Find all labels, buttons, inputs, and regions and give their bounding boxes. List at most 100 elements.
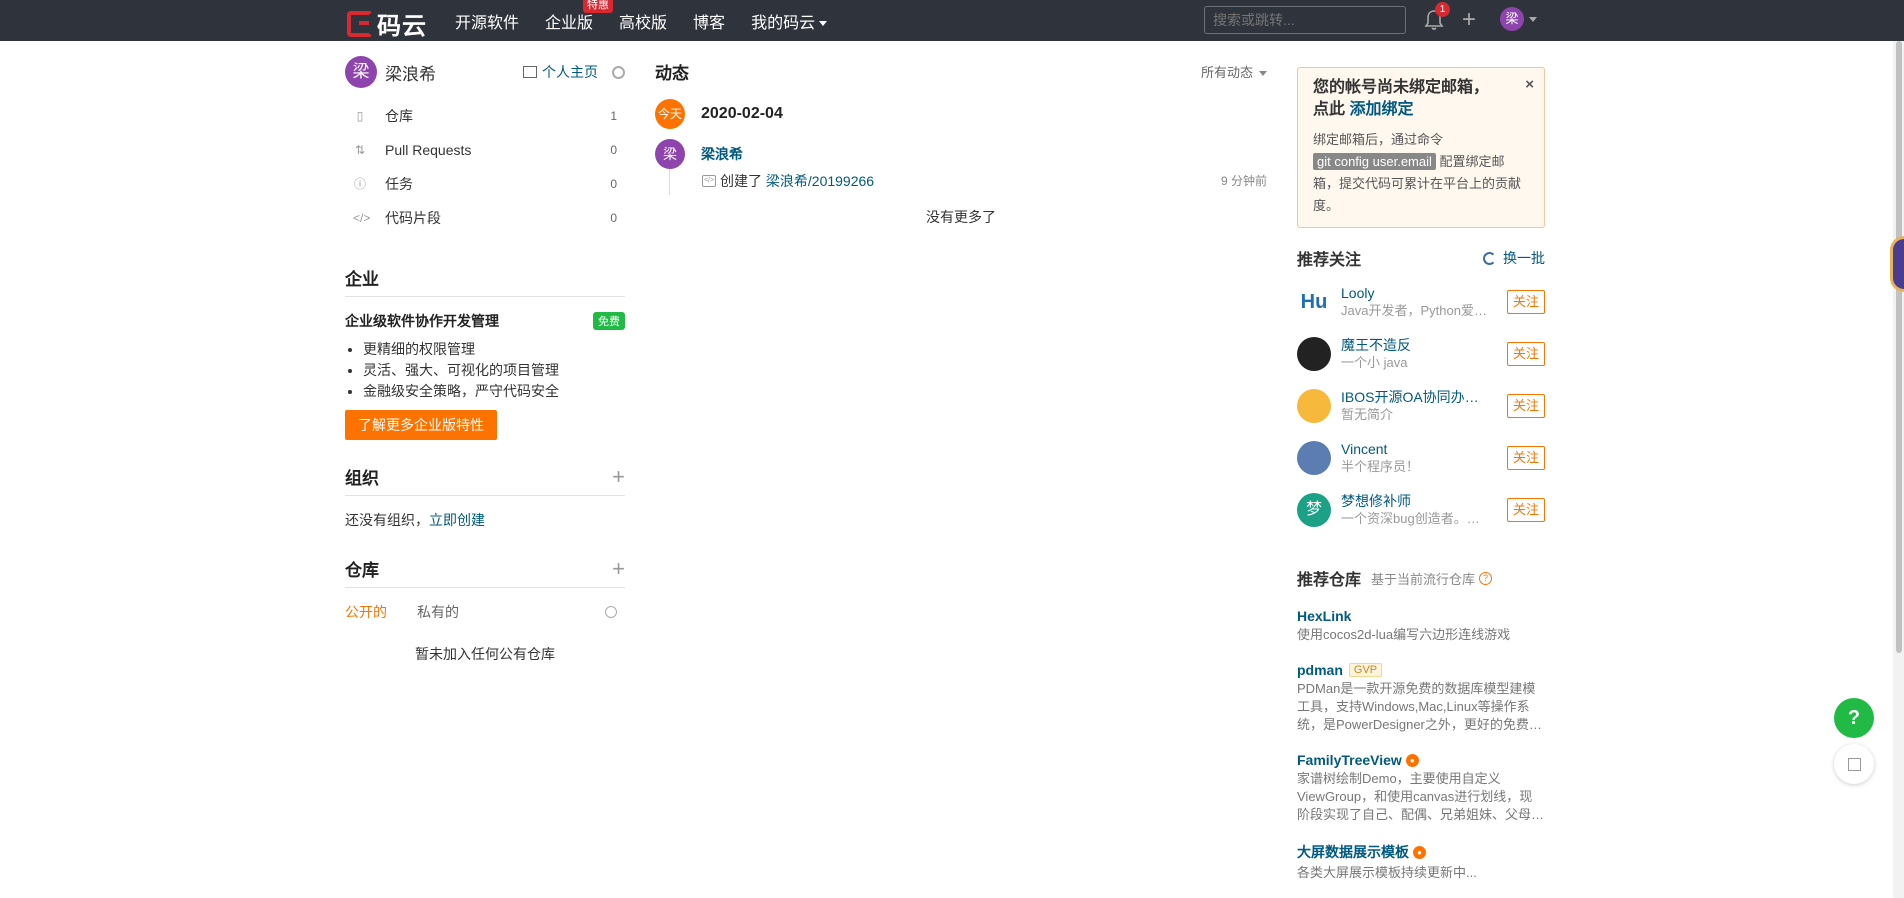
- share-icon[interactable]: [1834, 744, 1874, 784]
- feed-header: 动态 所有动态: [655, 55, 1267, 87]
- avatar[interactable]: [1297, 441, 1331, 475]
- user-name-link[interactable]: 魔王不造反: [1341, 337, 1491, 354]
- follow-button[interactable]: 关注: [1506, 394, 1545, 418]
- gvp-badge: GVP: [1348, 663, 1383, 677]
- nav-education[interactable]: 高校版: [619, 9, 667, 33]
- recommend-users-title: 推荐关注: [1297, 252, 1362, 269]
- personal-homepage-link[interactable]: 个人主页: [523, 62, 598, 82]
- menu-item-code-snippets[interactable]: </> 代码片段 0: [345, 201, 625, 235]
- search-icon[interactable]: [605, 606, 617, 618]
- user-info: Looly Java开发者，Python爱好者: [1341, 285, 1491, 319]
- refresh-button[interactable]: 换一批: [1483, 248, 1545, 268]
- add-email-binding-link[interactable]: 添加绑定: [1349, 101, 1413, 118]
- follow-button[interactable]: 关注: [1506, 446, 1545, 470]
- nav-my-gitee-label: 我的码云: [751, 14, 816, 32]
- avatar[interactable]: [1297, 337, 1331, 371]
- list-item: 金融级安全策略，严守代码安全: [363, 381, 625, 402]
- menu-count: 0: [610, 177, 617, 191]
- notice-body-before: 绑定邮箱后，通过命令: [1313, 132, 1444, 147]
- user-description: 一个小 java: [1341, 355, 1408, 370]
- issue-icon: ⓘ: [353, 177, 366, 191]
- nav-my-gitee[interactable]: 我的码云: [751, 9, 828, 33]
- enterprise-subtitle: 企业级软件协作开发管理: [345, 313, 499, 329]
- activity-detail-row: </> 创建了 梁浪希/20199266 9 分钟前: [655, 169, 1267, 209]
- repo-title: 仓库: [345, 561, 379, 580]
- nav-open-source[interactable]: 开源软件: [455, 9, 519, 33]
- avatar[interactable]: 梦: [1297, 493, 1331, 527]
- recommend-repo-item: 大屏数据展示模板 ● 各类大屏展示模板持续更新中...: [1297, 842, 1545, 882]
- user-name[interactable]: 梁浪希: [385, 60, 436, 85]
- menu-item-issues[interactable]: ⓘ 任务 0: [345, 167, 625, 201]
- search-input[interactable]: [1204, 6, 1406, 34]
- activity-user-link[interactable]: 梁浪希: [701, 144, 743, 164]
- tab-public[interactable]: 公开的: [345, 602, 387, 622]
- user-name-link[interactable]: IBOS开源OA协同办公平台: [1341, 389, 1491, 406]
- activity-time: 9 分钟前: [1220, 174, 1267, 188]
- chevron-down-icon: [1259, 70, 1267, 76]
- scrollbar-thumb[interactable]: [1896, 41, 1902, 653]
- org-empty-label: 还没有组织，: [345, 512, 429, 528]
- menu-item-pull-requests[interactable]: ⇅ Pull Requests 0: [345, 133, 625, 167]
- avatar[interactable]: 梁: [655, 139, 685, 169]
- repo-name-link[interactable]: 大屏数据展示模板: [1297, 842, 1409, 862]
- user-description: 一个资深bug创造者。一个热爱技术的人: [1341, 511, 1491, 526]
- tab-private[interactable]: 私有的: [417, 602, 459, 622]
- add-repo-plus-icon[interactable]: +: [612, 557, 625, 579]
- user-name-link[interactable]: Looly: [1341, 285, 1491, 302]
- logo[interactable]: 码云: [347, 6, 427, 41]
- create-org-link[interactable]: 立即创建: [429, 512, 485, 528]
- nav-enterprise[interactable]: 企业版 特惠: [545, 0, 614, 33]
- feed-title: 动态: [655, 63, 689, 83]
- repo-name-link[interactable]: FamilyTreeView: [1297, 752, 1402, 768]
- user-info: 梦想修补师一个资深bug创造者。一个热爱技术的人: [1341, 493, 1491, 527]
- floating-widget-edge[interactable]: [1890, 236, 1904, 292]
- user-header: 梁 梁浪希 个人主页: [345, 55, 625, 89]
- menu-label: Pull Requests: [385, 142, 472, 158]
- nav-enterprise-label: 企业版: [545, 14, 594, 32]
- hot-icon: ●: [1405, 753, 1419, 767]
- user-name-link[interactable]: 梦想修补师: [1341, 493, 1491, 510]
- menu-label: 任务: [385, 176, 413, 192]
- learn-enterprise-button[interactable]: 了解更多企业版特性: [345, 410, 497, 440]
- menu-count: 0: [610, 143, 617, 157]
- recommend-repo-item: HexLink 使用cocos2d-lua编写六边形连线游戏: [1297, 608, 1545, 644]
- add-org-plus-icon[interactable]: +: [612, 465, 625, 487]
- gear-icon[interactable]: [612, 65, 625, 79]
- section-title: 企业: [345, 265, 625, 297]
- main-nav: 开源软件 企业版 特惠 高校版 博客 我的码云: [455, 0, 853, 41]
- question-icon[interactable]: ?: [1479, 571, 1493, 585]
- user-avatar-menu[interactable]: 梁: [1500, 7, 1524, 31]
- gitee-logo-icon: [347, 10, 373, 37]
- menu-count: 1: [610, 109, 617, 123]
- feed-filter-dropdown[interactable]: 所有动态: [1201, 62, 1267, 81]
- repo-section: 仓库 + 公开的 私有的 暂未加入任何公有仓库: [345, 556, 625, 664]
- feed-date: 2020-02-04: [701, 105, 783, 122]
- notice-body: 绑定邮箱后，通过命令 git config user.email 配置绑定邮箱，…: [1313, 129, 1530, 217]
- avatar[interactable]: 梁: [345, 56, 377, 88]
- follow-button[interactable]: 关注: [1506, 498, 1545, 522]
- user-info: 魔王不造反 一个小 java: [1341, 337, 1491, 371]
- repo-name-link[interactable]: HexLink: [1297, 608, 1351, 624]
- create-plus-icon[interactable]: +: [1462, 8, 1476, 32]
- help-button[interactable]: ?: [1834, 698, 1874, 738]
- follow-button[interactable]: 关注: [1506, 290, 1545, 314]
- repo-empty-text: 暂未加入任何公有仓库: [415, 646, 555, 662]
- menu-item-repos[interactable]: ▯ 仓库 1: [345, 99, 625, 133]
- user-info: IBOS开源OA协同办公平台 暂无简介: [1341, 389, 1491, 423]
- repo-name-link[interactable]: pdman: [1297, 662, 1343, 678]
- repo-name-row: HexLink: [1297, 608, 1545, 624]
- recommend-user-item: Hu Looly Java开发者，Python爱好者 关注: [1297, 276, 1545, 328]
- recommend-user-item: Vincent 半个程序员！ 关注: [1297, 432, 1545, 484]
- repo-description: 各类大屏展示模板持续更新中...: [1297, 865, 1477, 880]
- nav-blog[interactable]: 博客: [693, 9, 725, 33]
- avatar[interactable]: [1297, 389, 1331, 423]
- user-name-link[interactable]: Vincent: [1341, 441, 1491, 458]
- avatar[interactable]: Hu: [1297, 285, 1331, 319]
- pull-request-icon: ⇅: [354, 143, 366, 157]
- follow-button[interactable]: 关注: [1506, 342, 1545, 366]
- close-icon[interactable]: ×: [1525, 76, 1534, 93]
- activity-repo-link[interactable]: 梁浪希/20199266: [766, 171, 874, 191]
- timeline-line: [669, 169, 670, 195]
- git-command: git config user.email: [1313, 153, 1436, 170]
- chevron-down-icon[interactable]: [1529, 17, 1537, 22]
